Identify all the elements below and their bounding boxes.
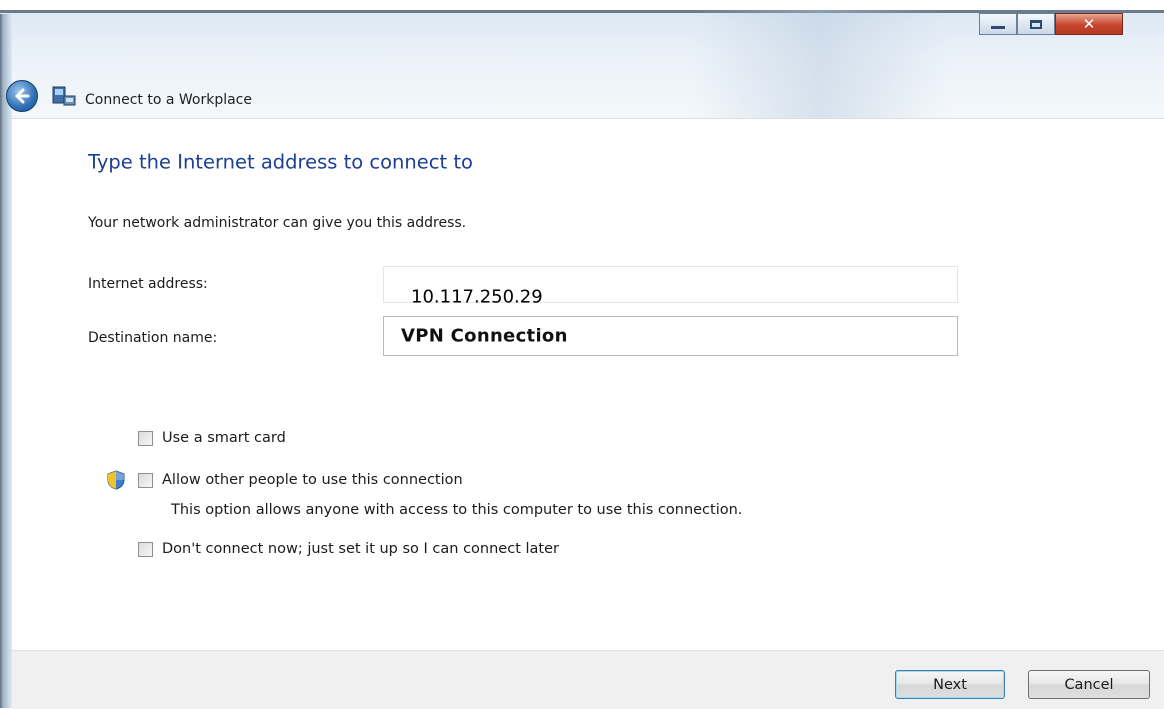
cancel-button[interactable]: Cancel <box>1028 670 1150 699</box>
close-button[interactable]: ✕ <box>1055 13 1123 35</box>
connect-later-label: Don't connect now; just set it up so I c… <box>162 541 559 557</box>
window-left-border <box>0 14 12 708</box>
back-arrow-icon <box>15 88 30 104</box>
destination-name-value: VPN Connection <box>401 325 568 347</box>
destination-name-input[interactable]: VPN Connection <box>383 316 958 356</box>
connect-later-checkbox[interactable] <box>138 541 153 557</box>
next-button[interactable]: Next <box>895 670 1005 699</box>
uac-shield-icon <box>107 470 125 490</box>
allow-others-label: Allow other people to use this connectio… <box>162 472 463 488</box>
info-text: Your network administrator can give you … <box>88 215 467 231</box>
window-title: Connect to a Workplace <box>85 92 252 108</box>
minimize-button[interactable] <box>979 13 1017 35</box>
maximize-icon <box>1030 19 1042 29</box>
page-heading: Type the Internet address to connect to <box>88 150 473 174</box>
connect-later-option[interactable]: Don't connect now; just set it up so I c… <box>138 541 559 557</box>
wizard-content <box>12 118 1164 651</box>
minimize-icon <box>991 25 1005 29</box>
smart-card-checkbox[interactable] <box>138 430 153 446</box>
close-icon: ✕ <box>1082 14 1096 33</box>
internet-address-input[interactable]: 10.117.250.29 <box>383 266 958 308</box>
allow-others-description: This option allows anyone with access to… <box>171 502 743 518</box>
allow-others-checkbox[interactable] <box>138 472 153 488</box>
smart-card-label: Use a smart card <box>162 430 286 446</box>
internet-address-label: Internet address: <box>88 276 208 292</box>
destination-name-label: Destination name: <box>88 330 218 346</box>
smart-card-option[interactable]: Use a smart card <box>138 430 286 446</box>
caption-buttons: ✕ <box>979 13 1123 35</box>
connect-workplace-window: ✕ Connect to a Workplace Type the Intern… <box>0 0 1164 709</box>
back-button[interactable] <box>6 80 38 112</box>
allow-others-option[interactable]: Allow other people to use this connectio… <box>138 472 463 488</box>
internet-address-value: 10.117.250.29 <box>411 286 543 308</box>
maximize-button[interactable] <box>1017 13 1055 35</box>
network-workplace-icon <box>52 86 76 106</box>
